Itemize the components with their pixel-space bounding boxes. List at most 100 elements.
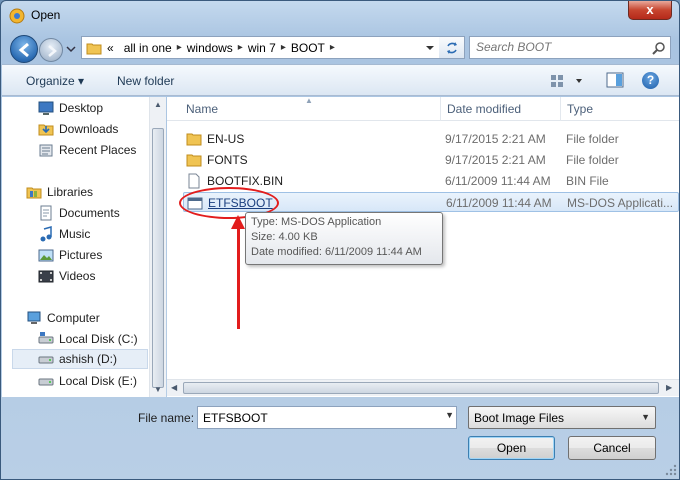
new-folder-button[interactable]: New folder bbox=[117, 74, 174, 88]
file-name: BOOTFIX.BIN bbox=[207, 174, 284, 188]
folder-icon bbox=[186, 133, 202, 146]
nav-item-label: Local Disk (E:) bbox=[59, 374, 138, 388]
annotation-arrow bbox=[237, 225, 240, 329]
search-input[interactable] bbox=[476, 40, 646, 54]
drive-icon bbox=[38, 332, 54, 344]
cancel-button[interactable]: Cancel bbox=[568, 436, 656, 460]
chevron-down-icon[interactable]: ▼ bbox=[641, 412, 650, 422]
file-row[interactable]: BOOTFIX.BIN 6/11/2009 11:44 AM BIN File bbox=[183, 171, 679, 191]
nav-scroll-thumb[interactable] bbox=[152, 128, 164, 388]
arrow-right-icon bbox=[48, 45, 57, 57]
breadcrumb-windows[interactable]: windows bbox=[182, 41, 238, 55]
folder-icon bbox=[186, 154, 202, 167]
organize-button[interactable]: Organize ▾ bbox=[26, 74, 84, 88]
app-icon bbox=[9, 8, 25, 24]
file-type: BIN File bbox=[566, 174, 609, 188]
chevron-down-icon bbox=[426, 45, 434, 50]
folder-icon bbox=[86, 43, 102, 54]
breadcrumb-all-in-one[interactable]: all in one bbox=[119, 41, 177, 55]
close-button[interactable]: x bbox=[628, 1, 672, 20]
resize-grip-icon[interactable] bbox=[664, 463, 678, 477]
file-type-select[interactable]: Boot Image Files ▼ bbox=[468, 406, 656, 429]
file-type: File folder bbox=[566, 132, 619, 146]
tooltip-type: Type: MS-DOS Application bbox=[251, 216, 382, 228]
chevron-down-icon[interactable]: ▼ bbox=[445, 410, 454, 420]
tooltip-size: Size: 4.00 KB bbox=[251, 231, 318, 243]
breadcrumb-win7[interactable]: win 7 bbox=[243, 41, 281, 55]
address-bar[interactable]: « all in one ▸ windows ▸ win 7 ▸ BOOT ▸ bbox=[81, 36, 465, 59]
horizontal-scroll-thumb[interactable] bbox=[183, 382, 659, 394]
pictures-icon bbox=[38, 249, 54, 262]
address-dropdown[interactable] bbox=[422, 37, 438, 58]
nav-item-desktop[interactable]: Desktop bbox=[38, 98, 103, 118]
forward-button[interactable] bbox=[39, 38, 63, 62]
file-name: EN-US bbox=[207, 132, 245, 146]
file-row[interactable]: FONTS 9/17/2015 2:21 AM File folder bbox=[183, 150, 679, 170]
column-type[interactable]: Type bbox=[567, 102, 593, 116]
nav-item-computer[interactable]: Computer bbox=[26, 308, 100, 328]
preview-pane-icon[interactable] bbox=[606, 72, 624, 88]
horizontal-scrollbar[interactable]: ◀ ▶ bbox=[167, 379, 679, 396]
breadcrumb-back[interactable]: « bbox=[102, 41, 119, 55]
help-button[interactable]: ? bbox=[642, 72, 659, 89]
file-date: 6/11/2009 11:44 AM bbox=[445, 174, 551, 188]
nav-item-label: Recent Places bbox=[59, 143, 137, 157]
sort-ascending-icon: ▲ bbox=[305, 96, 313, 105]
scroll-down-icon[interactable]: ▼ bbox=[154, 385, 162, 394]
refresh-button[interactable] bbox=[439, 36, 465, 59]
column-header: ▲ Name Date modified Type bbox=[167, 96, 679, 121]
nav-item-libraries[interactable]: Libraries bbox=[26, 182, 93, 202]
change-view-icon[interactable] bbox=[550, 73, 590, 89]
file-date: 9/17/2015 2:21 AM bbox=[445, 153, 546, 167]
file-icon bbox=[188, 173, 200, 189]
nav-item-label: Documents bbox=[59, 206, 120, 220]
nav-item-label: Local Disk (C:) bbox=[59, 332, 138, 346]
column-date-modified[interactable]: Date modified bbox=[447, 102, 521, 116]
file-name-field[interactable]: ETFSBOOT ▼ bbox=[197, 406, 457, 429]
file-tooltip: Type: MS-DOS Application Size: 4.00 KB D… bbox=[245, 212, 443, 265]
file-name-label: File name: bbox=[138, 411, 195, 425]
nav-item-ashish-d[interactable]: ashish (D:) bbox=[12, 349, 148, 369]
open-button[interactable]: Open bbox=[468, 436, 555, 460]
file-row[interactable]: EN-US 9/17/2015 2:21 AM File folder bbox=[183, 129, 679, 149]
nav-item-downloads[interactable]: Downloads bbox=[38, 119, 118, 139]
nav-item-pictures[interactable]: Pictures bbox=[38, 245, 102, 265]
column-divider[interactable] bbox=[440, 97, 441, 121]
nav-item-music[interactable]: Music bbox=[38, 224, 90, 244]
nav-item-videos[interactable]: Videos bbox=[38, 266, 95, 286]
arrow-left-icon bbox=[18, 42, 29, 58]
window-title: Open bbox=[31, 8, 61, 22]
nav-item-label: Computer bbox=[47, 311, 100, 325]
column-name[interactable]: Name bbox=[186, 102, 218, 116]
file-list: ▲ Name Date modified Type EN-US 9/17/201… bbox=[167, 96, 679, 397]
file-date: 9/17/2015 2:21 AM bbox=[445, 132, 546, 146]
scroll-right-icon[interactable]: ▶ bbox=[666, 383, 672, 392]
search-icon[interactable] bbox=[652, 41, 666, 55]
column-divider[interactable] bbox=[560, 97, 561, 121]
back-button[interactable] bbox=[10, 35, 38, 63]
scroll-up-icon[interactable]: ▲ bbox=[154, 100, 162, 109]
nav-item-label: ashish (D:) bbox=[59, 352, 118, 366]
file-name: FONTS bbox=[207, 153, 248, 167]
refresh-icon bbox=[446, 41, 457, 54]
computer-icon bbox=[27, 311, 41, 324]
nav-item-label: Music bbox=[59, 227, 91, 241]
title-bar: Open x bbox=[1, 1, 679, 31]
music-icon bbox=[40, 226, 52, 242]
nav-item-label: Downloads bbox=[59, 122, 119, 136]
tooltip-date: Date modified: 6/11/2009 11:44 AM bbox=[251, 246, 422, 258]
downloads-icon bbox=[38, 124, 54, 136]
scroll-left-icon[interactable]: ◀ bbox=[171, 383, 177, 392]
chevron-right-icon[interactable]: ▸ bbox=[330, 42, 335, 53]
nav-item-local-disk-e[interactable]: Local Disk (E:) bbox=[38, 371, 137, 391]
breadcrumb-boot[interactable]: BOOT bbox=[286, 41, 330, 55]
nav-item-documents[interactable]: Documents bbox=[38, 203, 120, 223]
nav-item-recent-places[interactable]: Recent Places bbox=[38, 140, 136, 160]
file-name-value: ETFSBOOT bbox=[203, 411, 268, 425]
drive-icon bbox=[38, 378, 54, 386]
search-box[interactable] bbox=[469, 36, 671, 59]
recent-pages-dropdown[interactable] bbox=[65, 43, 77, 55]
nav-scrollbar[interactable]: ▲ ▼ bbox=[149, 97, 166, 397]
documents-icon bbox=[40, 205, 52, 221]
nav-item-local-disk-c[interactable]: Local Disk (C:) bbox=[38, 329, 138, 349]
